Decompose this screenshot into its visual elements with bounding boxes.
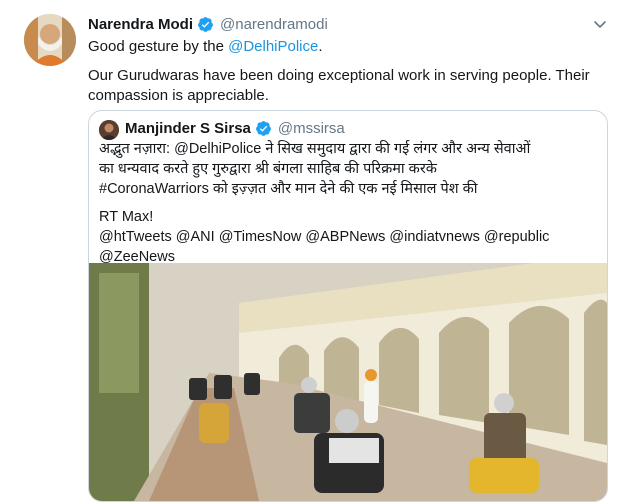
tweet-text-line-1: Good gesture by the @DelhiPolice. [88,37,323,57]
tweet-text-line-2: Our Gurudwaras have been doing exception… [88,67,590,84]
quoted-author-handle: @mssirsa [277,120,345,137]
quoted-text-line-5: @htTweets @ANI @TimesNow @ABPNews @india… [99,229,550,245]
tweet-header: Narendra Modi @narendramodi [88,16,328,33]
verified-badge-icon [198,17,213,32]
police-motorcycle-parade-photo [89,263,607,501]
quoted-text-line-2: का धन्यवाद करते हुए गुरुद्वारा श्री बंगल… [99,161,437,177]
tweet-text-prefix: Good gesture by the [88,38,229,55]
tweet-card[interactable]: Narendra Modi @narendramodi Good gesture… [0,0,640,502]
quoted-author-avatar [99,120,119,140]
quoted-tweet-header: Manjinder S Sirsa @mssirsa [125,120,345,137]
quoted-media-image[interactable] [89,263,607,501]
author-name[interactable]: Narendra Modi [88,16,193,33]
quoted-text-line-4: RT Max! [99,209,154,225]
verified-badge-icon [255,121,271,136]
author-avatar-image [24,14,76,66]
author-avatar[interactable] [24,14,76,66]
quoted-text-line-3: #CoronaWarriors को इज़्ज़त और मान देने क… [99,181,478,197]
tweet-text-line-3: compassion is appreciable. [88,87,269,104]
tweet-text-suffix: . [318,38,323,55]
quoted-author-avatar-image [99,120,119,140]
author-handle[interactable]: @narendramodi [220,16,328,33]
delhi-police-mention-link[interactable]: @DelhiPolice [228,38,318,55]
quoted-text-line-1: अद्भुत नज़ारा: @DelhiPolice ने सिख समुदा… [99,141,531,157]
quoted-author-name: Manjinder S Sirsa [125,120,251,137]
chevron-down-icon[interactable] [592,16,608,32]
quoted-tweet[interactable]: Manjinder S Sirsa @mssirsa अद्भुत नज़ारा… [88,110,608,502]
